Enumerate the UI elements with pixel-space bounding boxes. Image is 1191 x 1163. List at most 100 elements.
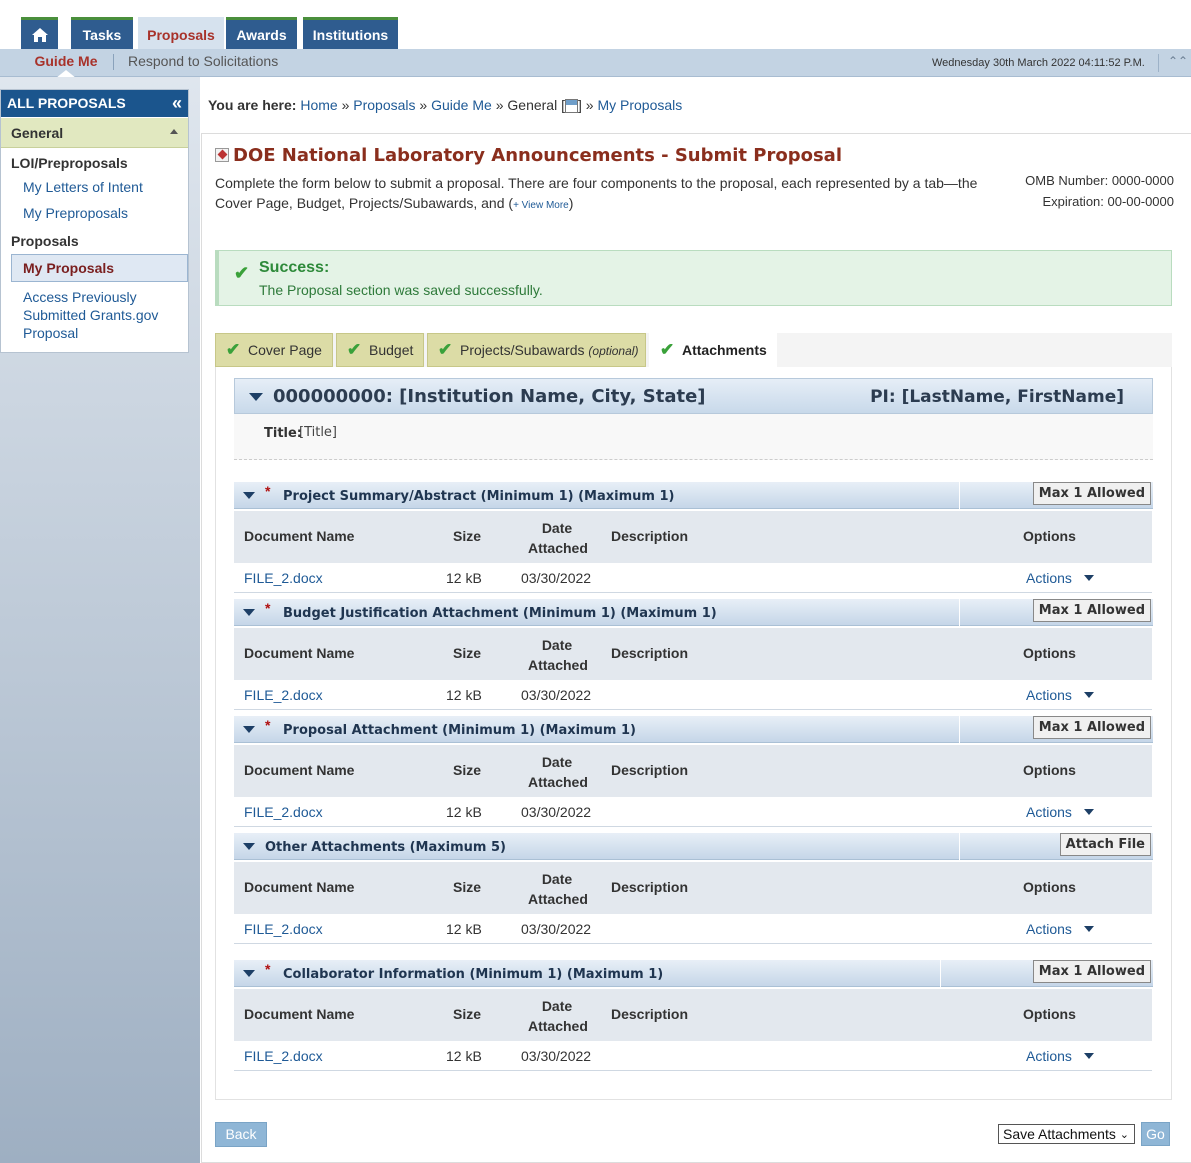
actions-menu[interactable]: Actions [1026,921,1072,937]
actions-menu[interactable]: Actions [1026,804,1072,820]
attachment-section-header[interactable]: * Budget Justification Attachment (Minim… [234,599,1153,626]
sidebar-item-grants-gov-proposal[interactable]: Access Previously Submitted Grants.gov P… [1,284,188,352]
attachment-section-header[interactable]: * Collaborator Information (Minimum 1) (… [234,960,1153,987]
breadcrumb: You are here: Home » Proposals » Guide M… [208,97,683,114]
tab-awards[interactable]: Awards [226,17,297,49]
document-link[interactable]: FILE_2.docx [244,1048,323,1064]
column-size: Size [453,528,482,544]
menu-list-icon[interactable] [564,99,578,114]
column-date-line-1: Date [541,871,573,887]
collapse-triangle-icon[interactable] [243,492,255,499]
actions-menu[interactable]: Actions [1026,1048,1072,1064]
checkmark-icon: ✔ [226,340,241,359]
page-title: DOE National Laboratory Announcements - … [215,145,842,166]
omb-expiration: Expiration: 00-00-0000 [1042,194,1174,209]
tab-label: Budget [369,342,414,358]
sidebar-item-letters-of-intent[interactable]: My Letters of Intent [1,174,188,200]
dropdown-caret-icon[interactable] [1084,809,1094,815]
sidebar-item-preproposals[interactable]: My Preproposals [1,200,188,226]
section-title: Proposal Attachment (Minimum 1) (Maximum… [283,723,636,738]
collapse-header-icon[interactable]: ⌃⌃ [1168,54,1188,68]
column-date-line-2: Attached [528,540,588,556]
actions-menu[interactable]: Actions [1026,687,1072,703]
tab-tasks[interactable]: Tasks [71,17,133,49]
tab-label: Cover Page [248,342,322,358]
home-tab[interactable] [21,17,58,49]
column-date-line-1: Date [541,520,573,536]
section-title: Other Attachments (Maximum 5) [265,840,506,855]
tab-proposals[interactable]: Proposals [138,17,224,49]
tab-cover-page[interactable]: ✔ Cover Page [215,333,333,367]
date-attached: 03/30/2022 [521,687,592,703]
divider [959,599,960,626]
tab-institutions[interactable]: Institutions [303,17,398,49]
form-edit-icon [215,148,229,162]
sub-navigation: Guide Me Respond to Solicitations Wednes… [0,49,1191,78]
sidebar-group-general[interactable]: General [1,118,188,148]
column-options: Options [1023,645,1076,661]
respond-to-solicitations-link[interactable]: Respond to Solicitations [128,53,278,69]
go-button[interactable]: Go [1141,1122,1170,1146]
max-allowed-button[interactable]: Max 1 Allowed [1032,482,1151,505]
institution-header[interactable]: 000000000: [Institution Name, City, Stat… [234,378,1153,414]
dropdown-caret-icon[interactable] [1084,575,1094,581]
tab-projects-subawards[interactable]: ✔ Projects/Subawards (optional) [427,333,646,367]
current-datetime: Wednesday 30th March 2022 04:11:52 P.M. [932,57,1145,69]
chevron-up-icon [170,129,178,134]
document-link[interactable]: FILE_2.docx [244,804,323,820]
save-action-select[interactable]: Save Attachments ⌄ [998,1124,1135,1144]
document-link[interactable]: FILE_2.docx [244,570,323,586]
breadcrumb-general: General [ [507,97,565,113]
attach-file-button[interactable]: Attach File [1059,833,1151,856]
max-allowed-button[interactable]: Max 1 Allowed [1032,599,1151,622]
divider [959,716,960,743]
file-size: 12 kB [446,804,482,820]
document-link[interactable]: FILE_2.docx [244,687,323,703]
collapse-triangle-icon[interactable] [243,609,255,616]
column-size: Size [453,1006,482,1022]
attachment-section-header[interactable]: * Proposal Attachment (Minimum 1) (Maxim… [234,716,1153,743]
max-allowed-button[interactable]: Max 1 Allowed [1032,716,1151,739]
view-more-link[interactable]: + View More [513,200,569,211]
success-alert: ✔ Success: The Proposal section was save… [215,250,1172,306]
collapse-triangle-icon[interactable] [243,843,255,850]
attachment-table: Document Name Size Date Attached Descript… [234,628,1152,710]
attachment-section-header[interactable]: * Project Summary/Abstract (Minimum 1) (… [234,482,1153,509]
actions-menu[interactable]: Actions [1026,570,1072,586]
tab-budget[interactable]: ✔ Budget [336,333,424,367]
max-allowed-button[interactable]: Max 1 Allowed [1032,960,1151,983]
sidebar-item-my-proposals[interactable]: My Proposals [11,254,188,282]
top-navigation: Tasks Proposals Awards Institutions [0,0,1191,49]
section-title: Budget Justification Attachment (Minimum… [283,606,717,621]
file-size: 12 kB [446,570,482,586]
chevron-down-icon: ⌄ [1119,1129,1129,1141]
select-value: Save Attachments [1003,1126,1116,1142]
dropdown-caret-icon[interactable] [1084,1053,1094,1059]
checkmark-icon: ✔ [347,340,362,359]
collapse-triangle-icon[interactable] [243,726,255,733]
tab-attachments[interactable]: ✔ Attachments [649,333,777,367]
breadcrumb-guide-me[interactable]: Guide Me [431,97,492,113]
column-date-attached: Date Attached [528,752,588,792]
sidebar-section-title: Proposals [11,233,79,249]
section-title: Project Summary/Abstract (Minimum 1) (Ma… [283,489,675,504]
back-button[interactable]: Back [215,1122,267,1147]
required-star-icon: * [265,717,271,733]
breadcrumb-my-proposals[interactable]: My Proposals [597,97,682,113]
collapse-triangle-icon[interactable] [243,970,255,977]
divider [1158,54,1159,72]
collapse-sidebar-icon[interactable]: « [172,90,182,116]
breadcrumb-home[interactable]: Home [300,97,337,113]
dropdown-caret-icon[interactable] [1084,926,1094,932]
divider [959,482,960,509]
attachment-section-header[interactable]: Other Attachments (Maximum 5) Attach Fil… [234,833,1153,860]
document-link[interactable]: FILE_2.docx [244,921,323,937]
breadcrumb-proposals[interactable]: Proposals [353,97,415,113]
dropdown-caret-icon[interactable] [1084,692,1094,698]
page-intro: Complete the form below to submit a prop… [215,173,1005,216]
column-options: Options [1023,1006,1076,1022]
required-star-icon: * [265,600,271,616]
date-attached: 03/30/2022 [521,570,592,586]
collapse-triangle-icon[interactable] [249,393,263,401]
table-row: FILE_2.docx 12 kB 03/30/2022 Actions [234,1041,1152,1071]
